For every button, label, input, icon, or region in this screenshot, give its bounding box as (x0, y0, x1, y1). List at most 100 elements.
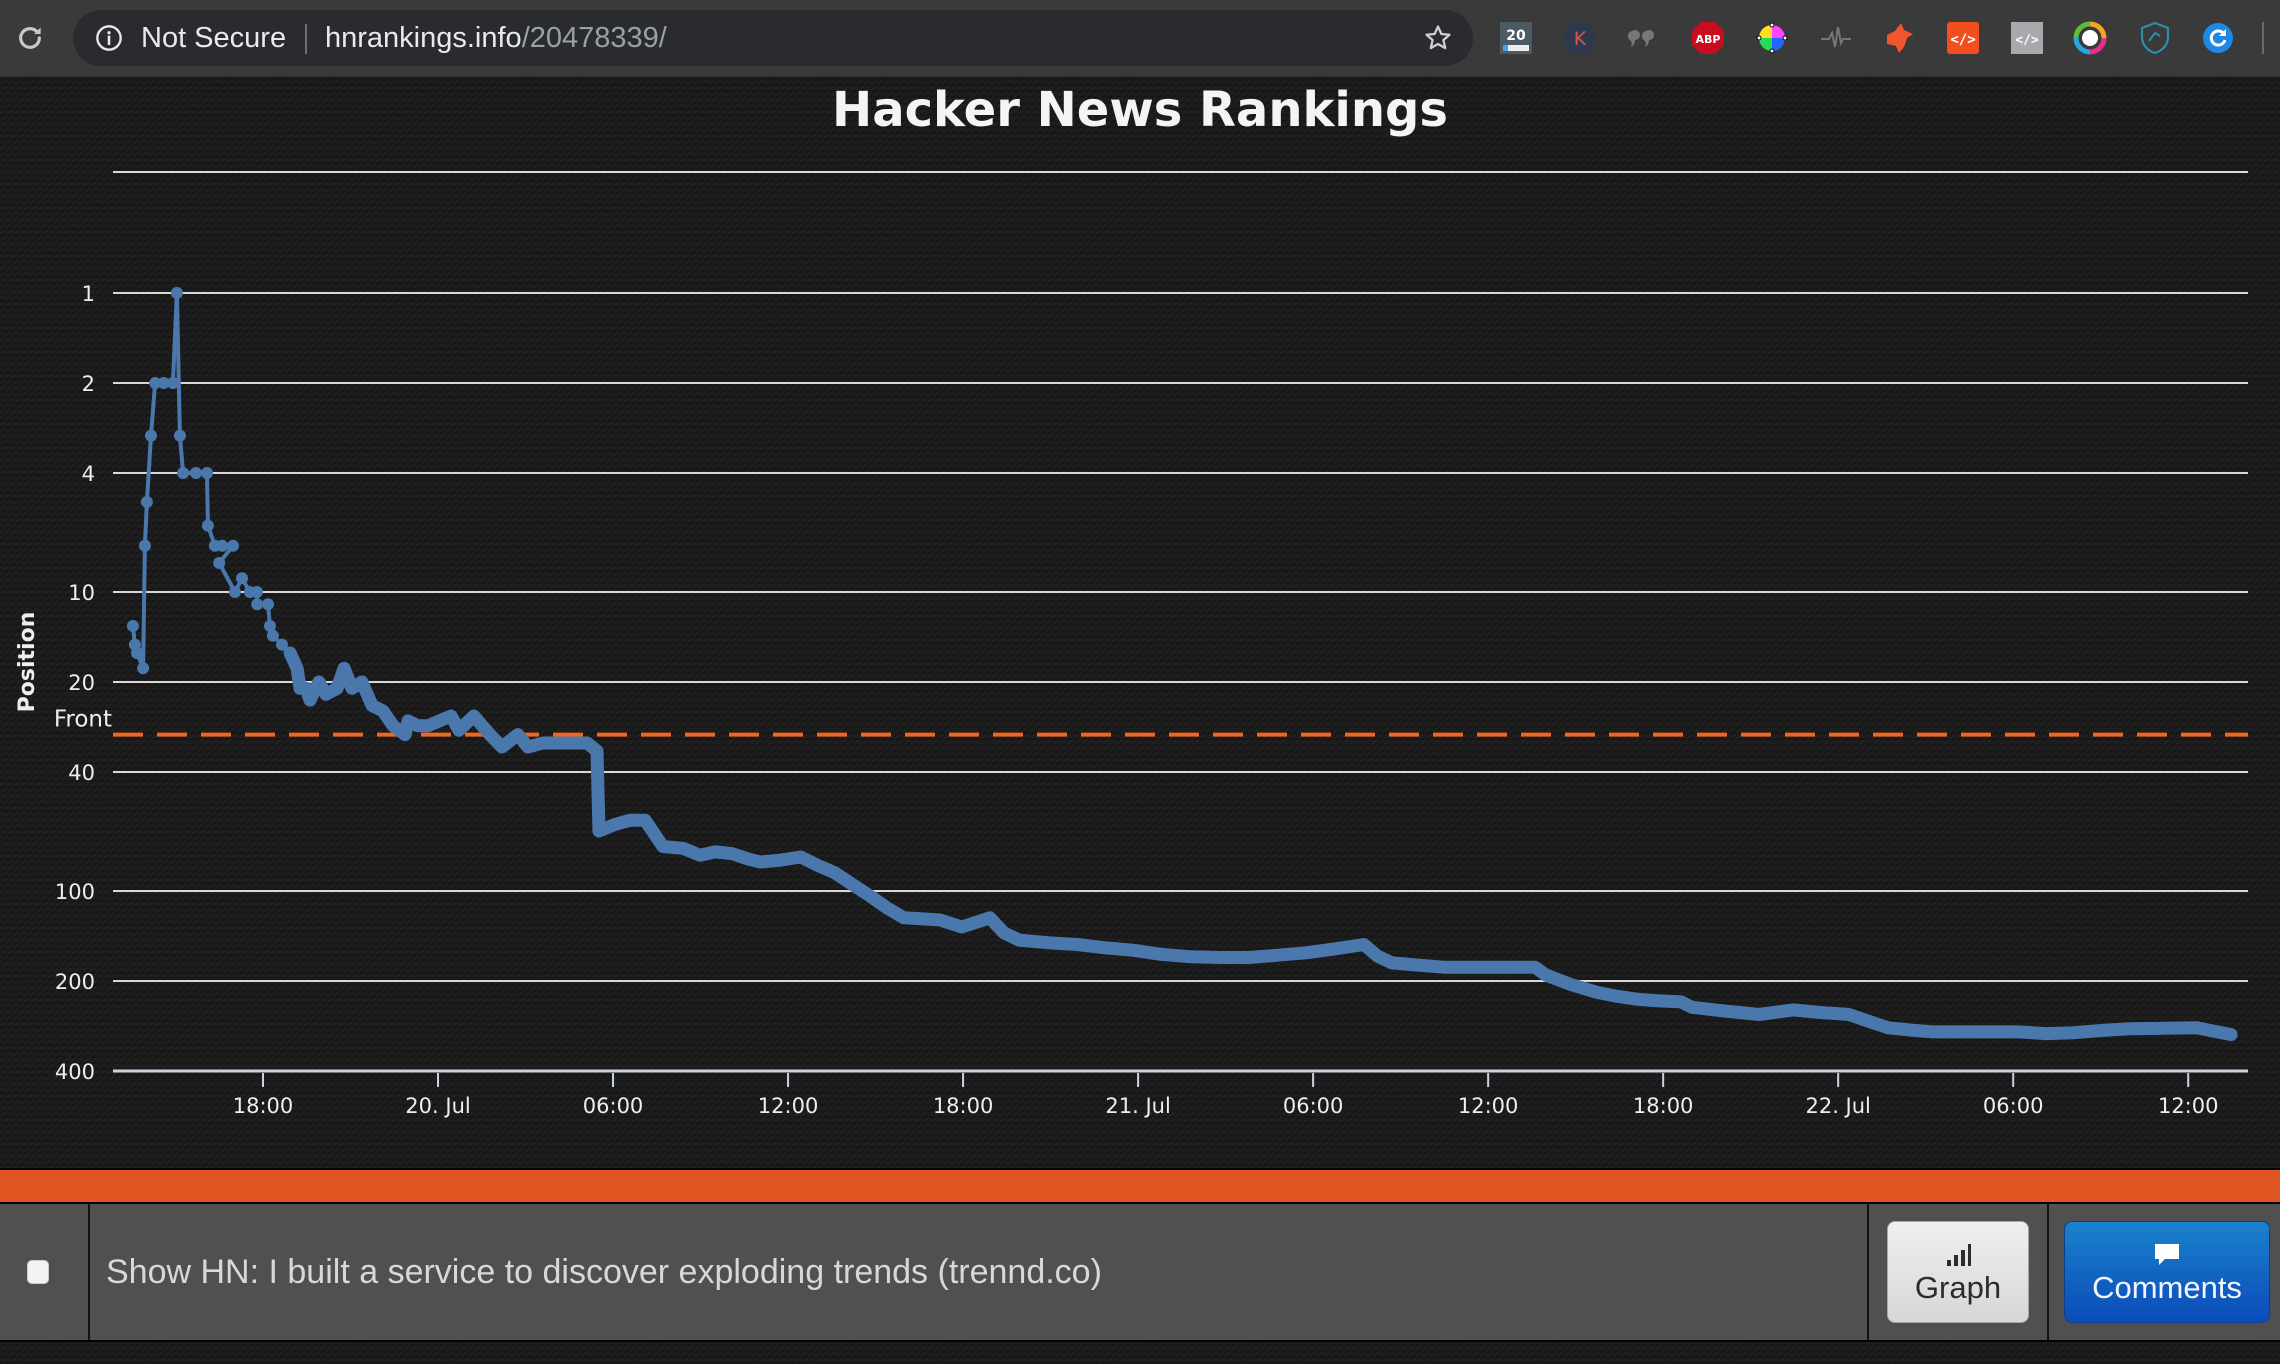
data-point (521, 741, 534, 753)
data-point (227, 539, 239, 552)
data-point (173, 429, 186, 442)
data-point (2208, 1025, 2221, 1038)
data-point (250, 586, 263, 598)
y-tick-label: 40 (68, 761, 95, 785)
y-tick-label: 1 (82, 282, 95, 306)
data-point (284, 647, 297, 659)
data-point (2012, 1025, 2025, 1038)
data-point (1905, 1024, 1918, 1037)
accent-bar (0, 1168, 2280, 1204)
data-point (2094, 1024, 2107, 1037)
y-tick-label: 200 (55, 970, 95, 994)
story-title[interactable]: Show HN: I built a service to discover e… (106, 1204, 1102, 1340)
data-point (1100, 941, 1112, 954)
y-tick-label: 20 (68, 671, 95, 695)
data-point (1412, 959, 1425, 972)
data-point (537, 737, 549, 749)
data-point (1385, 956, 1398, 969)
data-point (773, 854, 786, 867)
front-page-label: Front (54, 707, 112, 733)
data-point (934, 913, 946, 926)
speech-bubble-icon (2155, 1244, 2179, 1265)
data-point (137, 662, 150, 675)
data-point (140, 496, 153, 508)
data-point (2156, 1022, 2168, 1035)
bar-chart-icon (1947, 1244, 1971, 1266)
data-point (266, 629, 279, 642)
data-point (1242, 951, 1255, 964)
graph-button[interactable]: Graph (1887, 1221, 2029, 1323)
series-line (130, 291, 2232, 1037)
data-point (2123, 1022, 2136, 1035)
y-axis-ticks: 1 2 4 10 20 40 100 200 400 (55, 282, 95, 1084)
data-point (131, 647, 143, 659)
data-point (229, 586, 241, 598)
data-point (677, 842, 689, 855)
data-point (236, 572, 248, 585)
data-point (213, 557, 226, 569)
ranking-series (126, 287, 2238, 1041)
data-point (320, 688, 332, 701)
data-point (1071, 938, 1084, 951)
data-point (366, 699, 379, 712)
data-point (126, 620, 139, 632)
y-axis-label: Position (15, 612, 40, 713)
data-point (864, 890, 876, 902)
data-point (346, 682, 358, 695)
story-checkbox[interactable] (27, 1260, 49, 1284)
data-point (291, 662, 304, 675)
data-point (1610, 990, 1623, 1003)
y-tick-label: 2 (82, 372, 95, 396)
data-point (1563, 978, 1576, 991)
data-point (170, 287, 183, 299)
data-point (2040, 1027, 2053, 1040)
data-point (1686, 1001, 1698, 1014)
data-point (145, 429, 157, 442)
data-point (2067, 1026, 2080, 1039)
data-point (166, 377, 179, 389)
x-axis: 18:00 20. Jul 06:00 12:00 18:00 21. Jul 06:00 1… (233, 1073, 2218, 1118)
data-point (251, 598, 264, 611)
data-point (1155, 948, 1168, 961)
data-point (453, 724, 465, 737)
data-point (754, 856, 767, 868)
data-point (262, 598, 274, 611)
data-point (1184, 950, 1197, 963)
data-point (694, 849, 706, 862)
data-point (216, 539, 229, 552)
data-point (1590, 986, 1603, 999)
data-point (741, 852, 754, 865)
x-tick-label: 18:00 (933, 1094, 994, 1118)
data-point (1539, 969, 1552, 981)
chart-gridlines (113, 171, 2248, 1073)
x-tick-label: 18:00 (233, 1094, 294, 1118)
data-point (593, 825, 605, 837)
data-point (1041, 936, 1054, 949)
data-point (1272, 949, 1285, 962)
x-tick-label: 06:00 (583, 1094, 644, 1118)
comments-button[interactable]: Comments (2064, 1221, 2270, 1323)
data-point (1213, 951, 1226, 964)
data-point (581, 737, 594, 749)
data-point (511, 728, 524, 741)
data-point (2225, 1028, 2238, 1041)
data-point (1128, 944, 1140, 957)
data-point (881, 902, 894, 914)
y-tick-label: 400 (55, 1060, 95, 1084)
data-point (177, 467, 190, 479)
data-point (1371, 950, 1384, 962)
data-point (1882, 1021, 1895, 1034)
data-point (355, 676, 368, 688)
data-point (1814, 1006, 1827, 1019)
data-point (1675, 995, 1687, 1008)
data-point (331, 682, 344, 695)
data-point (916, 912, 929, 925)
x-tick-label: 12:00 (758, 1094, 819, 1118)
comments-button-label: Comments (2092, 1270, 2242, 1305)
data-point (313, 676, 325, 688)
data-point (549, 737, 562, 749)
data-point (1969, 1025, 1982, 1038)
data-point (1787, 1003, 1799, 1016)
graph-button-label: Graph (1914, 1270, 2002, 1305)
data-point (639, 814, 652, 827)
